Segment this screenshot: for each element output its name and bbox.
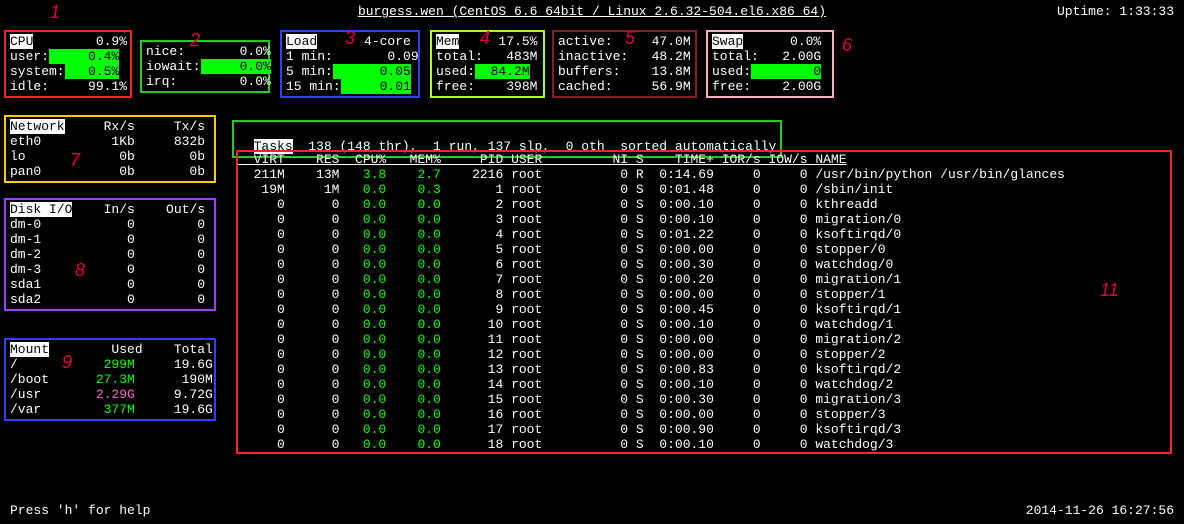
network-panel: Network Rx/s Tx/s eth0 1Kb 832blo 0b 0bp…: [4, 115, 216, 183]
cpu-panel: CPU 0.9% user: 0.4% system: 0.5% idle: 9…: [4, 30, 132, 98]
process-row[interactable]: 19M 1M 0.0 0.3 1 root 0 S 0:01.48 0 0 /s…: [238, 182, 1170, 197]
mount-row: /usr 2.29G 9.72G: [10, 387, 210, 402]
annotation-7: 7: [70, 150, 80, 171]
network-row: pan0 0b 0b: [10, 164, 210, 179]
process-list[interactable]: VIRT RES CPU% MEM% PID USER NI S TIME+ I…: [236, 150, 1172, 454]
process-row[interactable]: 0 0 0.0 0.0 16 root 0 S 0:00.00 0 0 stop…: [238, 407, 1170, 422]
swap-panel: Swap 0.0% total: 2.00G used: 0 free: 2.0…: [706, 30, 834, 98]
process-row[interactable]: 0 0 0.0 0.0 11 root 0 S 0:00.00 0 0 migr…: [238, 332, 1170, 347]
cpu-extra-panel: nice: 0.0% iowait: 0.0% irq: 0.0%: [140, 40, 270, 93]
process-row[interactable]: 0 0 0.0 0.0 3 root 0 S 0:00.10 0 0 migra…: [238, 212, 1170, 227]
hostname: burgess.wen: [358, 4, 444, 19]
process-row[interactable]: 0 0 0.0 0.0 17 root 0 S 0:00.90 0 0 ksof…: [238, 422, 1170, 437]
process-row[interactable]: 0 0 0.0 0.0 5 root 0 S 0:00.00 0 0 stopp…: [238, 242, 1170, 257]
header: burgess.wen (CentOS 6.6 64bit / Linux 2.…: [0, 0, 1184, 23]
uptime: Uptime: 1:33:33: [1057, 4, 1174, 19]
process-row[interactable]: 0 0 0.0 0.0 8 root 0 S 0:00.00 0 0 stopp…: [238, 287, 1170, 302]
process-row[interactable]: 0 0 0.0 0.0 6 root 0 S 0:00.30 0 0 watch…: [238, 257, 1170, 272]
process-row[interactable]: 0 0 0.0 0.0 12 root 0 S 0:00.00 0 0 stop…: [238, 347, 1170, 362]
process-row[interactable]: 211M 13M 3.8 2.7 2216 root 0 R 0:14.69 0…: [238, 167, 1170, 182]
process-row[interactable]: 0 0 0.0 0.0 2 root 0 S 0:00.10 0 0 kthre…: [238, 197, 1170, 212]
process-row[interactable]: 0 0 0.0 0.0 18 root 0 S 0:00.10 0 0 watc…: [238, 437, 1170, 452]
clock: 2014-11-26 16:27:56: [1026, 503, 1174, 518]
os-info: (CentOS 6.6 64bit / Linux 2.6.32-504.el6…: [452, 4, 826, 19]
network-row: lo 0b 0b: [10, 149, 210, 164]
disk-row: sda1 0 0: [10, 277, 210, 292]
mount-panel: Mount Used Total / 299M 19.6G/boot 27.3M…: [4, 338, 216, 421]
process-row[interactable]: 0 0 0.0 0.0 7 root 0 S 0:00.20 0 0 migra…: [238, 272, 1170, 287]
annotation-1: 1: [50, 2, 60, 23]
disk-row: sda2 0 0: [10, 292, 210, 307]
process-row[interactable]: 0 0 0.0 0.0 10 root 0 S 0:00.10 0 0 watc…: [238, 317, 1170, 332]
disk-row: dm-1 0 0: [10, 232, 210, 247]
annotation-2: 2: [190, 30, 200, 51]
annotation-5: 5: [625, 28, 635, 49]
network-header: Network Rx/s Tx/s: [10, 119, 210, 134]
annotation-8: 8: [75, 260, 85, 281]
process-row[interactable]: 0 0 0.0 0.0 4 root 0 S 0:01.22 0 0 ksoft…: [238, 227, 1170, 242]
disk-row: dm-0 0 0: [10, 217, 210, 232]
swap-title: Swap: [712, 34, 743, 49]
process-row[interactable]: 0 0 0.0 0.0 15 root 0 S 0:00.30 0 0 migr…: [238, 392, 1170, 407]
disk-row: dm-3 0 0: [10, 262, 210, 277]
process-row[interactable]: 0 0 0.0 0.0 14 root 0 S 0:00.10 0 0 watc…: [238, 377, 1170, 392]
mount-row: /var 377M 19.6G: [10, 402, 210, 417]
cpu-title: CPU: [10, 34, 33, 49]
process-header: VIRT RES CPU% MEM% PID USER NI S TIME+ I…: [238, 152, 1170, 167]
load-title: Load: [286, 34, 317, 49]
host-title: burgess.wen (CentOS 6.6 64bit / Linux 2.…: [358, 4, 826, 19]
disk-row: dm-2 0 0: [10, 247, 210, 262]
mount-row: / 299M 19.6G: [10, 357, 210, 372]
help-hint: Press 'h' for help: [10, 503, 150, 518]
annotation-4: 4: [480, 28, 490, 49]
mount-header: Mount Used Total: [10, 342, 210, 357]
disk-header: Disk I/O In/s Out/s: [10, 202, 210, 217]
annotation-11: 11: [1100, 280, 1119, 301]
mount-row: /boot 27.3M 190M: [10, 372, 210, 387]
annotation-9: 9: [62, 352, 72, 373]
network-row: eth0 1Kb 832b: [10, 134, 210, 149]
annotation-3: 3: [345, 28, 355, 49]
annotation-6: 6: [842, 35, 852, 56]
disk-panel: Disk I/O In/s Out/s dm-0 0 0dm-1 0 0dm-2…: [4, 198, 216, 311]
process-row[interactable]: 0 0 0.0 0.0 13 root 0 S 0:00.83 0 0 ksof…: [238, 362, 1170, 377]
process-row[interactable]: 0 0 0.0 0.0 9 root 0 S 0:00.45 0 0 ksoft…: [238, 302, 1170, 317]
mem-title: Mem: [436, 34, 459, 49]
